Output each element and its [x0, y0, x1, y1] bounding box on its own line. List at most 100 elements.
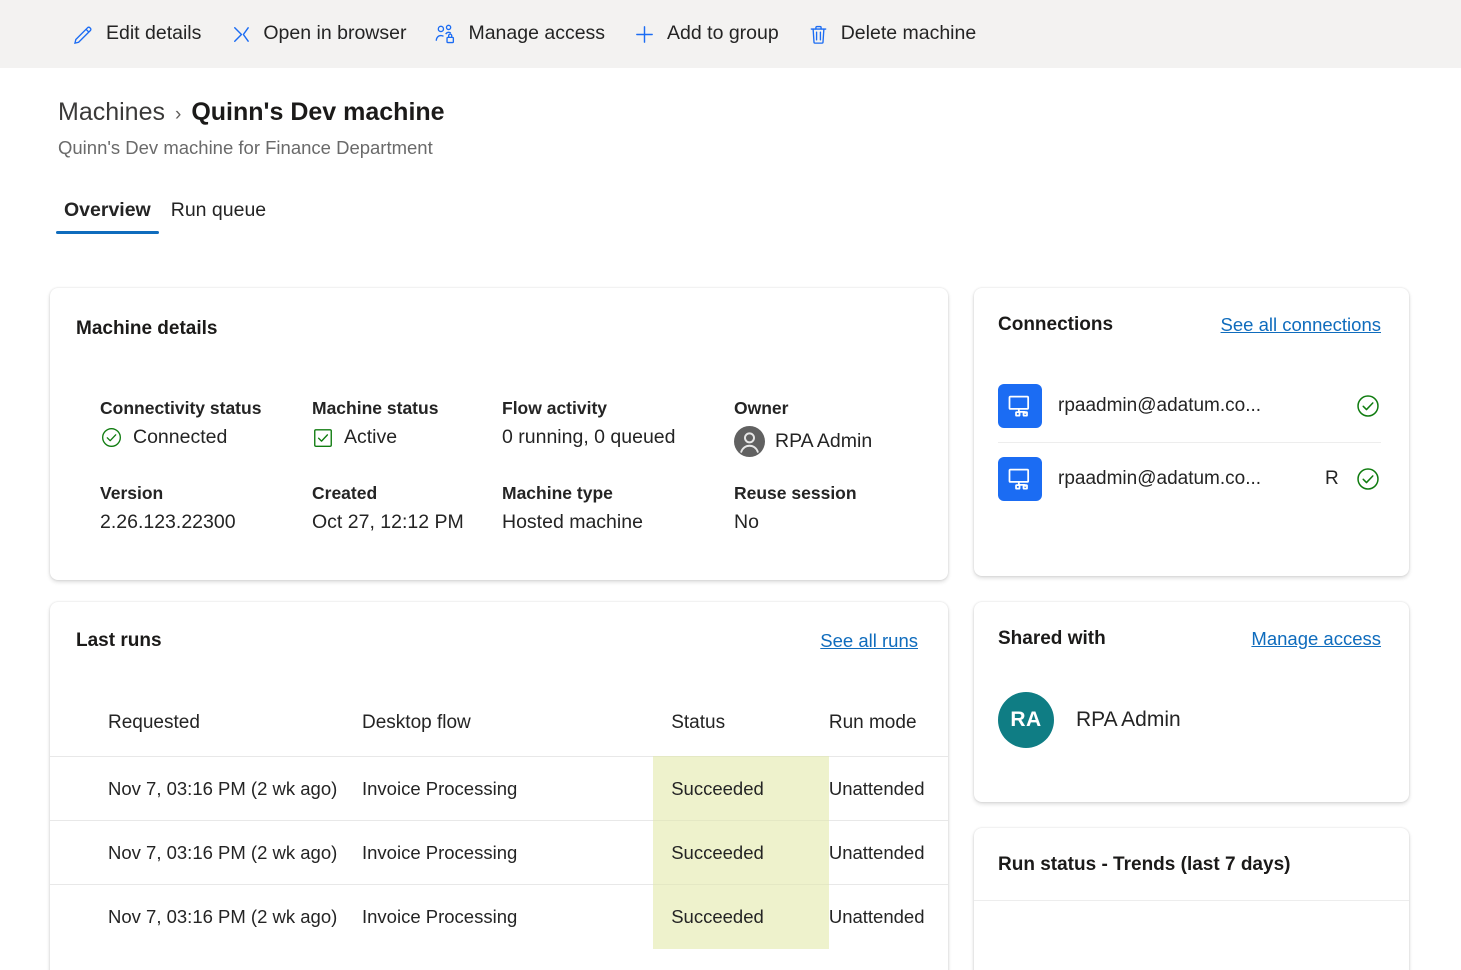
field-reuse-session: Reuse session No — [734, 483, 920, 534]
field-value: RPA Admin — [775, 430, 873, 452]
circle-check-icon — [1355, 393, 1381, 419]
field-version: Version 2.26.123.22300 — [100, 483, 312, 534]
table-row[interactable]: Nov 7, 03:16 PM (2 wk ago) Invoice Proce… — [50, 820, 948, 885]
field-value: No — [734, 511, 759, 533]
cell-run-mode: Unattended — [828, 756, 948, 821]
table-row[interactable]: Nov 7, 03:16 PM (2 wk ago) Invoice Proce… — [50, 884, 948, 949]
cell-desktop-flow: Invoice Processing — [362, 756, 654, 821]
column-header-desktop-flow[interactable]: Desktop flow — [362, 712, 653, 757]
open-in-browser-button[interactable]: Open in browser — [215, 14, 420, 54]
cell-run-mode: Unattended — [828, 820, 948, 885]
field-value: Active — [344, 426, 398, 448]
field-label: Flow activity — [502, 398, 608, 418]
field-label: Connectivity status — [100, 398, 262, 418]
field-value: Connected — [133, 426, 228, 448]
delete-machine-label: Delete machine — [840, 22, 977, 45]
cell-desktop-flow: Invoice Processing — [362, 884, 654, 949]
field-machine-status: Machine status Active — [312, 398, 502, 457]
open-in-browser-icon — [229, 23, 252, 46]
tab-list: Overview Run queue — [54, 195, 1461, 234]
connections-header: Connections See all connections — [998, 314, 1381, 336]
field-value: 2.26.123.22300 — [100, 511, 236, 533]
breadcrumb-machines-link[interactable]: Machines — [58, 98, 165, 127]
column-header-run-mode[interactable]: Run mode — [829, 712, 948, 757]
machine-details-grid: Connectivity status Connected Machine st… — [76, 398, 920, 534]
checkbox-check-icon — [312, 427, 334, 449]
right-column: Connections See all connections rpaadmin… — [974, 288, 1409, 970]
cell-status: Succeeded — [653, 820, 829, 885]
page-title: Quinn's Dev machine — [191, 98, 445, 126]
connection-name: rpaadmin@adatum.co... — [1058, 395, 1262, 416]
delete-machine-button[interactable]: Delete machine — [793, 14, 991, 54]
add-to-group-button[interactable]: Add to group — [619, 14, 793, 54]
desktop-flow-connection-icon — [998, 456, 1042, 501]
field-connectivity-status: Connectivity status Connected — [100, 398, 312, 457]
field-label: Machine type — [502, 483, 613, 503]
table-row[interactable]: Nov 7, 03:16 PM (2 wk ago) Invoice Proce… — [50, 756, 948, 821]
connection-item[interactable]: rpaadmin@adatum.co... R — [998, 442, 1381, 514]
field-value-wrap: Connected — [100, 426, 312, 449]
connections-card: Connections See all connections rpaadmin… — [974, 288, 1409, 576]
desktop-flow-connection-icon — [998, 384, 1042, 428]
pencil-icon — [72, 23, 95, 46]
avatar: RA — [998, 692, 1054, 748]
field-machine-type: Machine type Hosted machine — [502, 483, 734, 534]
page-header: Machines › Quinn's Dev machine Quinn's D… — [0, 68, 1461, 159]
tab-overview[interactable]: Overview — [54, 195, 161, 234]
field-label: Reuse session — [734, 483, 857, 503]
field-label: Version — [100, 483, 164, 503]
command-bar: Edit details Open in browser Manage acce… — [0, 0, 1461, 68]
open-in-browser-label: Open in browser — [263, 22, 407, 45]
see-all-runs-link[interactable]: See all runs — [820, 630, 918, 652]
connection-extra-text: R — [1325, 467, 1339, 489]
manage-access-button[interactable]: Manage access — [420, 14, 619, 54]
last-runs-title: Last runs — [76, 630, 162, 651]
last-runs-table: Requested Desktop flow Status Run mode N… — [50, 712, 948, 949]
add-to-group-label: Add to group — [667, 22, 779, 45]
breadcrumb: Machines › Quinn's Dev machine — [58, 98, 1461, 127]
run-status-trends-header: Run status - Trends (last 7 days) — [974, 828, 1409, 901]
shared-with-card: Shared with Manage access RA RPA Admin — [974, 602, 1409, 802]
machine-detail-page: Edit details Open in browser Manage acce… — [0, 0, 1461, 970]
machine-details-card: Machine details Connectivity status Conn… — [50, 288, 948, 580]
field-label: Owner — [734, 398, 789, 418]
field-flow-activity: Flow activity 0 running, 0 queued — [502, 398, 734, 457]
person-avatar-icon — [734, 426, 765, 457]
page-subtitle: Quinn's Dev machine for Finance Departme… — [58, 137, 433, 158]
field-value: 0 running, 0 queued — [502, 426, 676, 448]
field-label: Created — [312, 483, 378, 503]
tab-run-queue[interactable]: Run queue — [161, 195, 276, 234]
cell-run-mode: Unattended — [828, 884, 948, 949]
field-owner: Owner RPA Admin — [734, 398, 920, 457]
see-all-connections-link[interactable]: See all connections — [1221, 314, 1381, 336]
connections-list: rpaadmin@adatum.co... rpaadmin@adatum.co… — [998, 370, 1381, 514]
manage-access-link[interactable]: Manage access — [1251, 628, 1381, 650]
cell-desktop-flow: Invoice Processing — [362, 820, 654, 885]
edit-details-label: Edit details — [106, 22, 202, 45]
run-status-trends-title: Run status - Trends (last 7 days) — [998, 854, 1291, 875]
field-created: Created Oct 27, 12:12 PM — [312, 483, 502, 534]
circle-check-icon — [1355, 466, 1381, 492]
cell-requested: Nov 7, 03:16 PM (2 wk ago) — [50, 884, 362, 949]
cell-status: Succeeded — [653, 756, 829, 821]
shared-with-header: Shared with Manage access — [998, 628, 1381, 650]
plus-icon — [633, 23, 656, 46]
content-area: Machine details Connectivity status Conn… — [0, 288, 1461, 970]
connection-item[interactable]: rpaadmin@adatum.co... — [998, 370, 1381, 442]
cell-requested: Nov 7, 03:16 PM (2 wk ago) — [50, 820, 362, 885]
manage-access-label: Manage access — [468, 22, 606, 45]
shared-person-name: RPA Admin — [1076, 708, 1181, 731]
manage-access-icon — [434, 23, 457, 46]
field-value-wrap: RPA Admin — [734, 426, 920, 457]
cell-requested: Nov 7, 03:16 PM (2 wk ago) — [50, 756, 362, 821]
field-value: Oct 27, 12:12 PM — [312, 511, 464, 533]
run-status-trends-body — [974, 901, 1409, 970]
column-header-status[interactable]: Status — [653, 712, 829, 757]
connection-name: rpaadmin@adatum.co... — [1058, 467, 1262, 489]
edit-details-button[interactable]: Edit details — [58, 14, 215, 54]
left-column: Machine details Connectivity status Conn… — [50, 288, 948, 970]
column-header-requested[interactable]: Requested — [50, 712, 362, 757]
run-status-trends-card: Run status - Trends (last 7 days) — [974, 828, 1409, 970]
cell-status: Succeeded — [653, 884, 829, 949]
shared-person-item[interactable]: RA RPA Admin — [998, 692, 1381, 748]
